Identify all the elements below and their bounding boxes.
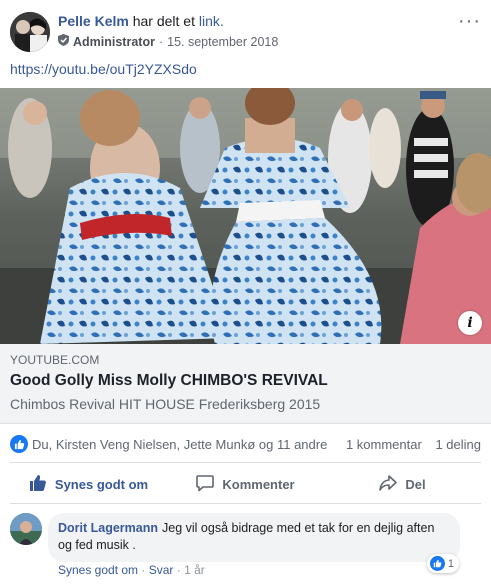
post-date[interactable]: 15. september 2018 bbox=[167, 35, 278, 49]
meta-separator: · bbox=[141, 563, 146, 577]
divider bbox=[10, 503, 481, 504]
comment-count[interactable]: 1 kommentar bbox=[346, 437, 422, 452]
comment-button[interactable]: Kommenter bbox=[167, 466, 324, 502]
shared-text: har delt et bbox=[132, 13, 195, 29]
preview-subtitle: Chimbos Revival HIT HOUSE Frederiksberg … bbox=[10, 396, 321, 412]
comment-reaction-badge[interactable]: 1 bbox=[426, 554, 459, 573]
share-icon bbox=[379, 474, 398, 495]
share-count[interactable]: 1 deling bbox=[435, 437, 481, 452]
link-preview[interactable]: YOUTUBE.COM Good Golly Miss Molly CHIMBO… bbox=[0, 344, 491, 424]
like-label: Synes godt om bbox=[54, 476, 149, 492]
share-button[interactable]: Del bbox=[324, 466, 481, 502]
author-avatar[interactable] bbox=[10, 12, 50, 52]
preview-domain: YOUTUBE.COM bbox=[10, 353, 100, 367]
preview-title[interactable]: Good Golly Miss Molly CHIMBO'S REVIVAL bbox=[10, 372, 481, 390]
comment-meta: Synes godt om · Svar · 1 år bbox=[58, 563, 205, 577]
info-button[interactable]: i bbox=[458, 311, 482, 335]
thumbs-up-icon bbox=[29, 474, 47, 495]
reactions-summary: Du, Kirsten Veng Nielsen, Jette Munkø og… bbox=[10, 433, 481, 455]
comment-bubble: Dorit Lagermann Jeg vil også bidrage med … bbox=[48, 513, 460, 562]
comment-time[interactable]: 1 år bbox=[184, 563, 205, 577]
comment-like-link[interactable]: Synes godt om bbox=[58, 563, 138, 577]
like-button[interactable]: Synes godt om bbox=[10, 466, 167, 502]
post-url-link[interactable]: https://youtu.be/ouTj2YZXSdo bbox=[10, 61, 197, 77]
comment-reply-link[interactable]: Svar bbox=[149, 563, 174, 577]
meta-separator: · bbox=[176, 563, 181, 577]
reaction-names[interactable]: Du, Kirsten Veng Nielsen, Jette Munkø og… bbox=[32, 437, 336, 452]
comment-reaction-count: 1 bbox=[447, 557, 454, 570]
role-label: Administrator bbox=[73, 34, 155, 49]
video-thumbnail[interactable]: i bbox=[0, 88, 491, 344]
comment-label: Kommenter bbox=[222, 476, 295, 492]
share-label: Del bbox=[405, 476, 426, 492]
author-name-link[interactable]: Pelle Kelm bbox=[58, 13, 129, 29]
commenter-name[interactable]: Dorit Lagermann bbox=[58, 521, 158, 535]
post-title-line: Pelle Kelm har delt et link. bbox=[58, 13, 224, 29]
comment-icon bbox=[196, 474, 215, 495]
divider bbox=[10, 462, 481, 463]
post-header: Pelle Kelm har delt et link. Administrat… bbox=[10, 10, 481, 54]
post-meta: Administrator · 15. september 2018 bbox=[58, 34, 278, 49]
link-word[interactable]: link. bbox=[199, 13, 224, 29]
action-bar: Synes godt om Kommenter Del bbox=[10, 466, 481, 502]
video-frame-image bbox=[0, 88, 491, 344]
more-options-button[interactable]: ··· bbox=[458, 10, 481, 33]
like-reaction-icon bbox=[429, 556, 445, 571]
like-reaction-icon bbox=[10, 435, 28, 453]
commenter-avatar[interactable] bbox=[10, 513, 42, 545]
shield-icon bbox=[58, 34, 69, 49]
meta-separator: · bbox=[158, 34, 164, 49]
